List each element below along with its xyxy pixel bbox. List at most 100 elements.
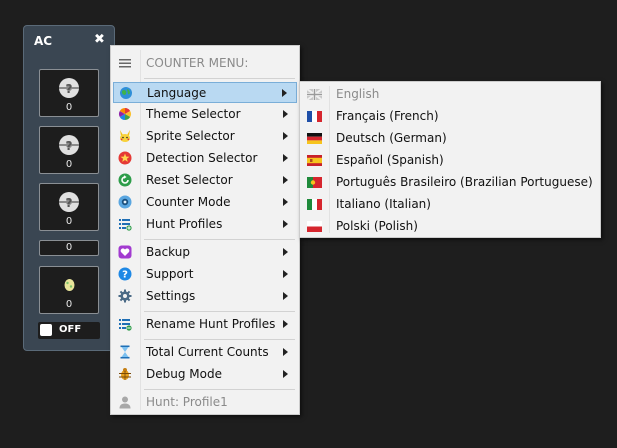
menu-item-reset-selector[interactable]: Reset Selector xyxy=(113,170,297,191)
user-icon xyxy=(119,396,131,409)
submenu-arrow-icon xyxy=(283,292,288,300)
language-label: Español (Spanish) xyxy=(336,153,444,167)
menu-item-detection-selector[interactable]: Detection Selector xyxy=(113,148,297,169)
menu-item-debug-mode[interactable]: Debug Mode xyxy=(113,364,297,385)
menu-item-language[interactable]: Language xyxy=(113,82,297,103)
separator xyxy=(144,311,295,312)
list-edit-icon xyxy=(119,319,132,331)
slot-count: 0 xyxy=(65,299,73,310)
list-add-icon xyxy=(119,219,132,231)
svg-text:?: ? xyxy=(66,82,73,96)
menu-item-counter-mode[interactable]: Counter Mode xyxy=(113,192,297,213)
language-label: English xyxy=(336,87,380,101)
color-wheel-icon xyxy=(118,108,132,120)
portugal-flag-icon xyxy=(307,177,322,188)
unknown-pokemon-icon: ? xyxy=(59,192,79,212)
help-icon: ? xyxy=(118,267,132,281)
submenu-arrow-icon xyxy=(283,248,288,256)
submenu-arrow-icon xyxy=(283,176,288,184)
total-count: 0 xyxy=(39,240,99,256)
language-label: Polski (Polish) xyxy=(336,219,418,233)
egg-slot[interactable]: 0 xyxy=(39,266,99,314)
italy-flag-icon xyxy=(307,199,322,210)
separator xyxy=(144,78,295,79)
toggle-knob xyxy=(40,324,52,336)
separator xyxy=(144,389,295,390)
menu-item-sprite-selector[interactable]: Sprite Selector xyxy=(113,126,297,147)
hourglass-icon xyxy=(120,345,130,359)
hamburger-icon xyxy=(119,59,131,68)
slot-count: 0 xyxy=(65,216,73,227)
submenu-arrow-icon xyxy=(283,348,288,356)
bug-icon xyxy=(119,368,131,380)
submenu-arrow-icon xyxy=(283,110,288,118)
menu-item-label: Hunt Profiles xyxy=(146,217,223,231)
menu-item-hunt-profiles[interactable]: Hunt Profiles xyxy=(113,214,297,235)
menu-item-rename-hunt-profiles[interactable]: Rename Hunt Profiles xyxy=(113,314,297,335)
poland-flag-icon xyxy=(307,221,322,232)
current-hunt-label: Hunt: Profile1 xyxy=(146,395,228,409)
counter-slot-2[interactable]: ? 0 xyxy=(39,126,99,174)
menu-item-label: Backup xyxy=(146,245,190,259)
eye-icon xyxy=(118,195,132,209)
separator xyxy=(144,239,295,240)
menu-item-backup[interactable]: Backup xyxy=(113,242,297,263)
menu-item-label: Debug Mode xyxy=(146,367,222,381)
language-item-spanish[interactable]: Español (Spanish) xyxy=(302,150,598,171)
separator xyxy=(144,339,295,340)
language-item-french[interactable]: Français (French) xyxy=(302,106,598,127)
language-label: Deutsch (German) xyxy=(336,131,447,145)
submenu-arrow-icon xyxy=(283,270,288,278)
germany-flag-icon xyxy=(307,133,322,144)
counter-context-menu: COUNTER MENU: Language Theme Selector Sp… xyxy=(110,45,300,415)
globe-icon xyxy=(120,87,132,99)
menu-item-label: Language xyxy=(147,86,207,100)
menu-item-label: Detection Selector xyxy=(146,151,258,165)
submenu-arrow-icon xyxy=(283,320,288,328)
language-item-english: English xyxy=(302,84,598,105)
menu-header: COUNTER MENU: xyxy=(113,53,297,74)
widget-title: AC xyxy=(34,34,53,48)
svg-text:?: ? xyxy=(122,270,128,281)
unknown-pokemon-icon: ? xyxy=(59,78,79,98)
spain-flag-icon xyxy=(307,155,322,166)
heart-icon xyxy=(118,245,132,259)
menu-item-label: Total Current Counts xyxy=(146,345,269,359)
menu-item-label: Support xyxy=(146,267,194,281)
france-flag-icon xyxy=(307,111,322,122)
menu-item-support[interactable]: ? Support xyxy=(113,264,297,285)
counter-slot-1[interactable]: ? 0 xyxy=(39,69,99,117)
gear-icon xyxy=(118,289,132,303)
unknown-pokemon-icon: ? xyxy=(59,135,79,155)
menu-header-label: COUNTER MENU: xyxy=(146,56,249,70)
submenu-arrow-icon xyxy=(283,132,288,140)
svg-text:?: ? xyxy=(66,139,73,153)
egg-icon xyxy=(64,279,75,291)
menu-item-label: Reset Selector xyxy=(146,173,233,187)
submenu-arrow-icon xyxy=(283,154,288,162)
menu-item-label: Settings xyxy=(146,289,196,303)
language-label: Italiano (Italian) xyxy=(336,197,431,211)
menu-item-theme-selector[interactable]: Theme Selector xyxy=(113,104,297,125)
language-item-italian[interactable]: Italiano (Italian) xyxy=(302,194,598,215)
language-item-polish[interactable]: Polski (Polish) xyxy=(302,216,598,237)
uk-flag-icon xyxy=(307,89,322,100)
pikachu-icon xyxy=(120,130,130,142)
submenu-arrow-icon xyxy=(283,198,288,206)
menu-item-total-current-counts[interactable]: Total Current Counts xyxy=(113,342,297,363)
submenu-arrow-icon xyxy=(283,220,288,228)
language-item-german[interactable]: Deutsch (German) xyxy=(302,128,598,149)
menu-item-label: Counter Mode xyxy=(146,195,231,209)
on-off-toggle[interactable]: OFF xyxy=(38,322,100,339)
counter-slot-3[interactable]: ? 0 xyxy=(39,183,99,231)
toggle-label: OFF xyxy=(59,324,82,335)
language-submenu: English Français (French) Deutsch (Germa… xyxy=(299,81,601,238)
menu-item-label: Sprite Selector xyxy=(146,129,235,143)
language-item-portuguese[interactable]: Português Brasileiro (Brazilian Portugue… xyxy=(302,172,598,193)
counter-widget: AC ✖ ? 0 ? 0 ? 0 0 0 OFF xyxy=(23,25,115,351)
menu-item-settings[interactable]: Settings xyxy=(113,286,297,307)
close-icon[interactable]: ✖ xyxy=(94,32,105,47)
slot-count: 0 xyxy=(65,102,73,113)
slot-count: 0 xyxy=(65,159,73,170)
menu-item-label: Theme Selector xyxy=(146,107,241,121)
